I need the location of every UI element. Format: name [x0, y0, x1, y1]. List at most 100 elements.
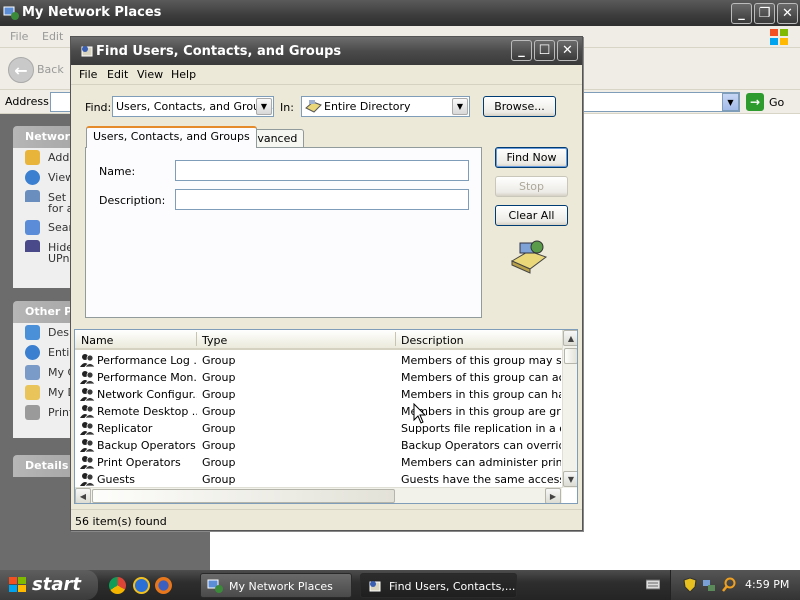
table-row[interactable]: Backup Operators Group Backup Operators ca…	[75, 437, 562, 454]
search-icon[interactable]	[721, 577, 737, 593]
find-type-select[interactable]: Users, Contacts, and Groups ▼	[112, 96, 274, 117]
close-button[interactable]: ✕	[777, 3, 798, 24]
results-list[interactable]: Name Type Description Performance Log ..…	[74, 329, 578, 504]
dialog-menu-bar: File Edit View Help	[71, 65, 582, 85]
search-location-select[interactable]: Entire Directory ▼	[301, 96, 470, 117]
description-label: Description:	[99, 194, 166, 207]
firefox-icon[interactable]	[155, 577, 172, 594]
vertical-scroll-thumb[interactable]	[564, 348, 577, 364]
row-type: Group	[202, 456, 236, 469]
table-row[interactable]: Remote Desktop ... Group Members in this g…	[75, 403, 562, 420]
dialog-title: Find Users, Contacts, and Groups	[96, 44, 342, 59]
dialog-maximize-button[interactable]: ☐	[534, 40, 555, 61]
dialog-minimize-button[interactable]: _	[511, 40, 532, 61]
clock[interactable]: 4:59 PM	[745, 578, 789, 591]
start-button[interactable]: start	[0, 570, 98, 600]
stop-button[interactable]: Stop	[495, 176, 568, 197]
row-description: Members of this group can access	[401, 371, 561, 384]
address-label: Address	[5, 95, 49, 108]
start-label: start	[32, 574, 81, 595]
network-status-icon[interactable]	[701, 577, 717, 593]
taskbar: start My Network Places Find Users, Cont…	[0, 570, 800, 600]
mouse-pointer-icon	[413, 403, 427, 424]
go-button-label[interactable]: Go	[769, 96, 784, 109]
group-icon	[80, 439, 96, 453]
keyboard-icon[interactable]	[646, 578, 660, 591]
row-type: Group	[202, 439, 236, 452]
dialog-menu-file[interactable]: File	[79, 68, 97, 81]
vertical-scrollbar[interactable]: ▲ ▼	[562, 330, 577, 488]
column-type[interactable]: Type	[202, 334, 227, 347]
address-dropdown-icon[interactable]: ▼	[722, 93, 739, 111]
row-name: Guests	[97, 473, 136, 486]
taskbar-button-my-network-places[interactable]: My Network Places	[200, 573, 352, 598]
go-arrow-icon[interactable]: →	[746, 93, 764, 111]
horizontal-scroll-thumb[interactable]	[92, 489, 395, 503]
horizontal-scrollbar[interactable]: ◀ ▶	[75, 487, 562, 503]
clear-all-button[interactable]: Clear All	[495, 205, 568, 226]
row-name: Remote Desktop ...	[97, 405, 197, 418]
dialog-close-button[interactable]: ✕	[557, 40, 578, 61]
row-type: Group	[202, 371, 236, 384]
table-row[interactable]: Performance Log ... Group Members of this …	[75, 352, 562, 369]
column-name[interactable]: Name	[81, 334, 113, 347]
row-description: Backup Operators can override se	[401, 439, 561, 452]
dialog-menu-help[interactable]: Help	[171, 68, 196, 81]
taskbar-button-label: My Network Places	[229, 580, 333, 593]
table-row[interactable]: Print Operators Group Members can administ…	[75, 454, 562, 471]
row-description: Guests have the same access as	[401, 473, 561, 486]
column-description[interactable]: Description	[401, 334, 464, 347]
scroll-up-icon[interactable]: ▲	[563, 330, 577, 346]
network-places-icon	[3, 6, 19, 20]
scroll-right-icon[interactable]: ▶	[545, 488, 561, 503]
menu-edit[interactable]: Edit	[42, 30, 63, 43]
table-row[interactable]: Guests Group Guests have the same access a…	[75, 471, 562, 488]
row-name: Print Operators	[97, 456, 181, 469]
row-type: Group	[202, 422, 236, 435]
scroll-left-icon[interactable]: ◀	[75, 488, 91, 503]
minimize-button[interactable]: _	[731, 3, 752, 24]
dialog-menu-view[interactable]: View	[137, 68, 163, 81]
security-shield-icon[interactable]	[683, 577, 697, 593]
table-row[interactable]: Network Configur... Group Members in this …	[75, 386, 562, 403]
explorer-title-bar[interactable]: My Network Places _ ❐ ✕	[0, 0, 800, 26]
find-now-button[interactable]: Find Now	[495, 147, 568, 168]
search-location-value: Entire Directory	[324, 100, 411, 113]
back-arrow-icon[interactable]: ←	[8, 57, 34, 83]
taskbar-button-label: Find Users, Contacts,...	[389, 580, 516, 593]
chevron-down-icon[interactable]: ▼	[256, 98, 272, 115]
menu-file[interactable]: File	[10, 30, 28, 43]
back-button-label[interactable]: Back	[37, 63, 64, 76]
group-icon	[80, 388, 96, 402]
scroll-down-icon[interactable]: ▼	[563, 471, 577, 487]
name-field[interactable]	[175, 160, 469, 181]
maximize-button[interactable]: ❐	[754, 3, 775, 24]
description-field[interactable]	[175, 189, 469, 210]
chrome-icon[interactable]	[109, 577, 126, 594]
explorer-title: My Network Places	[22, 5, 162, 20]
find-users-icon	[369, 581, 381, 592]
row-type: Group	[202, 354, 236, 367]
group-icon	[80, 456, 96, 470]
dialog-title-bar[interactable]: Find Users, Contacts, and Groups _ ☐ ✕	[71, 37, 582, 65]
chevron-down-icon[interactable]: ▼	[452, 98, 468, 115]
in-label: In:	[280, 101, 294, 114]
row-type: Group	[202, 473, 236, 486]
search-criteria-panel: Name: Description:	[85, 147, 482, 318]
system-tray: 4:59 PM	[670, 570, 800, 600]
table-row[interactable]: Performance Mon... Group Members of this g…	[75, 369, 562, 386]
group-icon	[80, 405, 96, 419]
row-name: Network Configur...	[97, 388, 197, 401]
network-places-icon	[207, 579, 223, 593]
find-users-dialog: Find Users, Contacts, and Groups _ ☐ ✕ F…	[70, 36, 583, 531]
browse-button[interactable]: Browse...	[483, 96, 556, 117]
table-row[interactable]: Replicator Group Supports file replication…	[75, 420, 562, 437]
row-description: Members in this group can have s	[401, 388, 561, 401]
windows-flag-icon	[9, 577, 26, 592]
taskbar-button-find-users[interactable]: Find Users, Contacts,...	[360, 573, 517, 598]
internet-explorer-icon[interactable]	[133, 577, 150, 594]
tab-users-contacts-groups[interactable]: Users, Contacts, and Groups	[86, 126, 257, 148]
results-header: Name Type Description	[75, 330, 562, 350]
status-text: 56 item(s) found	[75, 515, 167, 528]
dialog-menu-edit[interactable]: Edit	[107, 68, 128, 81]
